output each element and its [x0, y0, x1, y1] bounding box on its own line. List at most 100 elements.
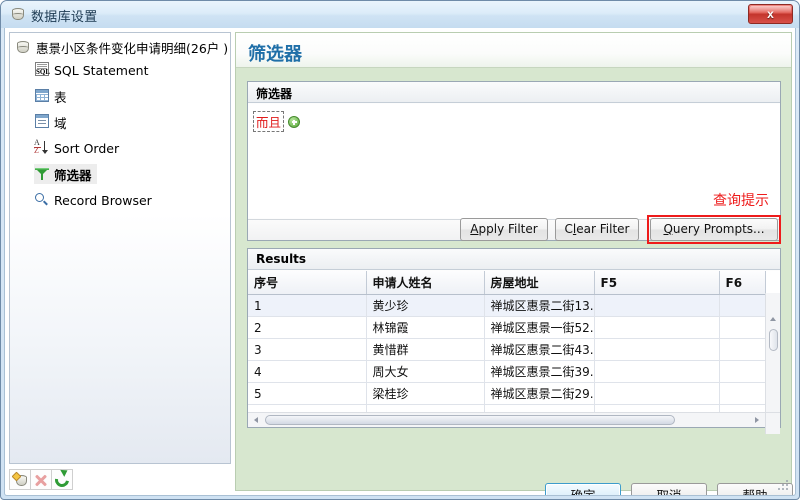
sidebar-item-label: 表: [54, 89, 67, 105]
column-header[interactable]: F6: [719, 271, 766, 295]
dialog-window: 数据库设置 x 惠景小区条件变化申请明细(26户 ) SQL SQL State…: [0, 0, 800, 500]
table-cell[interactable]: [719, 316, 766, 339]
sidebar-item-label: 域: [54, 115, 67, 131]
sidebar-item-tables[interactable]: 表: [34, 86, 67, 106]
table-cell[interactable]: 禅城区惠景二街13...: [484, 294, 595, 317]
fields-icon: [34, 114, 50, 130]
table-cell[interactable]: 4: [248, 360, 367, 383]
content-pane: 筛选器 筛选器 而且 查询提示 Apply Filter Clear Filte…: [235, 32, 792, 491]
sidebar-item-record-browser[interactable]: Record Browser: [34, 190, 152, 210]
table-header-row: 序号 申请人姓名 房屋地址 F5 F6: [248, 271, 766, 295]
table-body: 1 黄少珍 禅城区惠景二街13... 2 林锦霞 禅城区惠景一街52... 3 黄惜群 禅城区惠…: [248, 294, 766, 425]
sidebar-item-label: 筛选器: [54, 167, 92, 183]
apply-rest: pply Filter: [478, 222, 538, 236]
sidebar-item-fields[interactable]: 域: [34, 112, 67, 132]
page-title: 筛选器: [248, 44, 302, 65]
table-cell[interactable]: 周大女: [366, 360, 485, 383]
plus-circle-icon[interactable]: [288, 115, 301, 128]
database-new-icon: [11, 471, 29, 489]
sidebar-item-sql-statement[interactable]: SQL SQL Statement: [34, 60, 149, 80]
apply-filter-button[interactable]: Apply Filter: [460, 218, 548, 241]
table-row[interactable]: 4 周大女 禅城区惠景二街39...: [248, 360, 766, 383]
column-header[interactable]: F5: [594, 271, 720, 295]
database-icon: [15, 40, 31, 56]
table-cell[interactable]: 禅城区惠景二街39...: [484, 360, 595, 383]
red-x-icon: [34, 473, 50, 489]
table-cell[interactable]: [719, 338, 766, 361]
table-row[interactable]: 3 黄惜群 禅城区惠景二街43...: [248, 338, 766, 361]
database-icon: [10, 7, 25, 22]
results-grid: 序号 申请人姓名 房屋地址 F5 F6 1 黄少珍 禅城区惠景二街13... 2 林锦霞 禅城区惠…: [248, 271, 780, 434]
column-header[interactable]: 序号: [248, 271, 367, 295]
table-cell[interactable]: 禅城区惠景二街29...: [484, 382, 595, 405]
sidebar-item-sort-order[interactable]: AZ Sort Order: [34, 138, 119, 158]
magnifier-icon: [34, 192, 50, 208]
new-database-button[interactable]: [9, 469, 31, 490]
sql-statement-icon: SQL: [34, 62, 50, 78]
table-cell[interactable]: [594, 360, 720, 383]
sidebar-toolbar: [9, 468, 231, 491]
results-group-header: Results: [248, 249, 780, 270]
table-cell[interactable]: 梁桂珍: [366, 382, 485, 405]
resize-grip[interactable]: [778, 478, 790, 490]
vertical-scroll-thumb[interactable]: [769, 329, 778, 351]
condition-and-label[interactable]: 而且: [253, 111, 285, 132]
ok-button[interactable]: 确定: [545, 483, 621, 495]
column-header[interactable]: 申请人姓名: [366, 271, 485, 295]
table-cell[interactable]: 5: [248, 382, 367, 405]
table-cell[interactable]: [594, 338, 720, 361]
table-cell[interactable]: [594, 316, 720, 339]
filter-group-box: 筛选器 而且: [247, 81, 781, 241]
pane-header: 筛选器: [236, 33, 791, 68]
results-table: 序号 申请人姓名 房屋地址 F5 F6 1 黄少珍 禅城区惠景二街13... 2 林锦霞 禅城区惠…: [248, 271, 766, 425]
title-bar: 数据库设置 x: [1, 1, 799, 28]
table-cell[interactable]: [594, 382, 720, 405]
table-cell[interactable]: [594, 294, 720, 317]
navigation-tree: 惠景小区条件变化申请明细(26户 ) SQL SQL Statement 表 域: [9, 32, 231, 464]
table-cell[interactable]: 黄惜群: [366, 338, 485, 361]
table-cell[interactable]: 2: [248, 316, 367, 339]
prompts-rest: uery Prompts...: [672, 222, 765, 236]
table-cell[interactable]: [719, 382, 766, 405]
horizontal-scroll-thumb[interactable]: [265, 415, 675, 425]
table-cell[interactable]: 林锦霞: [366, 316, 485, 339]
column-header[interactable]: 房屋地址: [484, 271, 595, 295]
scroll-up-icon[interactable]: [766, 312, 780, 326]
sort-order-icon: AZ: [34, 139, 50, 156]
scroll-left-icon[interactable]: [249, 413, 263, 427]
dialog-client-area: 惠景小区条件变化申请明细(26户 ) SQL SQL Statement 表 域: [4, 28, 796, 496]
funnel-icon: [34, 166, 50, 182]
table-row[interactable]: 2 林锦霞 禅城区惠景一街52...: [248, 316, 766, 339]
clear-rest: ear Filter: [576, 222, 630, 236]
table-cell[interactable]: 1: [248, 294, 367, 317]
filter-group-header: 筛选器: [248, 82, 780, 103]
table-cell[interactable]: 3: [248, 338, 367, 361]
sidebar-item-label: Record Browser: [54, 192, 152, 208]
scrollbar-corner: [765, 412, 780, 427]
condition-and-chip[interactable]: 而且: [253, 111, 301, 132]
query-prompts-button[interactable]: Query Prompts...: [650, 218, 778, 241]
horizontal-scrollbar[interactable]: [248, 412, 765, 427]
scroll-right-icon[interactable]: [750, 413, 764, 427]
table-cell[interactable]: [719, 360, 766, 383]
table-cell[interactable]: [719, 294, 766, 317]
annotation-query-prompts: 查询提示: [713, 193, 769, 209]
cancel-button[interactable]: 取消: [631, 483, 707, 495]
sidebar-item-label: SQL Statement: [54, 62, 149, 78]
filter-condition-canvas[interactable]: 而且: [248, 104, 780, 218]
refresh-icon: [52, 470, 72, 490]
delete-button[interactable]: [30, 469, 52, 490]
refresh-button[interactable]: [51, 469, 73, 490]
clear-filter-button[interactable]: Clear Filter: [555, 218, 639, 241]
table-cell[interactable]: 禅城区惠景二街43...: [484, 338, 595, 361]
table-row[interactable]: 5 梁桂珍 禅城区惠景二街29...: [248, 382, 766, 405]
sidebar-item-label: Sort Order: [54, 140, 120, 156]
sidebar-item-filter[interactable]: 筛选器: [34, 164, 97, 184]
tree-root-node[interactable]: 惠景小区条件变化申请明细(26户 ): [15, 38, 228, 57]
table-cell[interactable]: 禅城区惠景一街52...: [484, 316, 595, 339]
clear-pre: C: [564, 222, 573, 236]
prompts-accel: Q: [663, 222, 673, 236]
table-row[interactable]: 1 黄少珍 禅城区惠景二街13...: [248, 294, 766, 317]
table-cell[interactable]: 黄少珍: [366, 294, 485, 317]
close-icon[interactable]: x: [748, 4, 793, 24]
